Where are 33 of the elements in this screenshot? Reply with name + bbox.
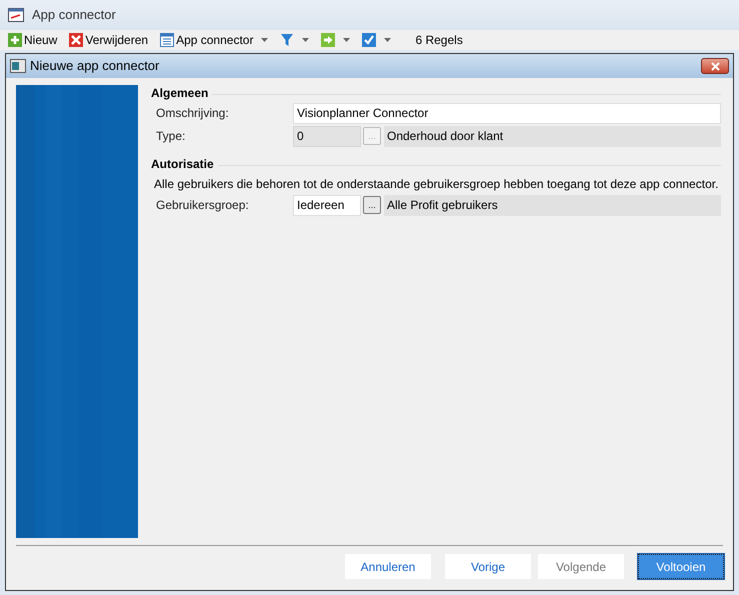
- field-label: Omschrijving:: [156, 105, 230, 122]
- delete-icon: [69, 33, 84, 47]
- description-field: Onderhoud door klant: [384, 126, 721, 146]
- code-field[interactable]: Iedereen: [293, 194, 361, 216]
- dialog-button[interactable]: Annuleren: [345, 554, 431, 579]
- field-label: Type:: [156, 128, 186, 145]
- close-icon: [710, 62, 720, 70]
- arrow-button[interactable]: [321, 31, 350, 49]
- filter-button[interactable]: [280, 31, 310, 49]
- text-field[interactable]: Visionplanner Connector: [293, 102, 721, 124]
- window-title: App connector: [32, 6, 116, 24]
- checkbox-icon: [362, 33, 376, 47]
- field-label: Gebruikersgroep:: [156, 197, 250, 214]
- close-button[interactable]: [701, 58, 729, 74]
- description-field: Alle Profit gebruikers: [384, 194, 721, 216]
- list-icon: [160, 33, 174, 47]
- code-field: 0: [293, 126, 361, 146]
- dialog-icon: [10, 59, 26, 73]
- toolbar-button[interactable]: App connector: [160, 31, 268, 49]
- plus-icon: [8, 33, 22, 47]
- dialog-title: Nieuwe app connector: [30, 57, 160, 76]
- checkbox-button[interactable]: [362, 31, 392, 49]
- section-heading: Autorisatie: [151, 156, 214, 172]
- dialog-button[interactable]: Vorige: [445, 554, 531, 579]
- browse-button[interactable]: ...: [363, 196, 381, 214]
- filter-icon: [280, 33, 294, 47]
- toolbar-button[interactable]: Verwijderen: [69, 31, 148, 49]
- window-icon: [8, 8, 24, 22]
- row-count: 6 Regels: [415, 32, 463, 49]
- toolbar-button[interactable]: Nieuw: [8, 31, 58, 49]
- arrow-icon: [321, 33, 336, 47]
- info-text: Alle gebruikers die behoren tot de onderstaande gebruikersgroep hebben toegang tot deze app connector.: [153, 176, 720, 193]
- section-heading: Algemeen: [151, 85, 208, 101]
